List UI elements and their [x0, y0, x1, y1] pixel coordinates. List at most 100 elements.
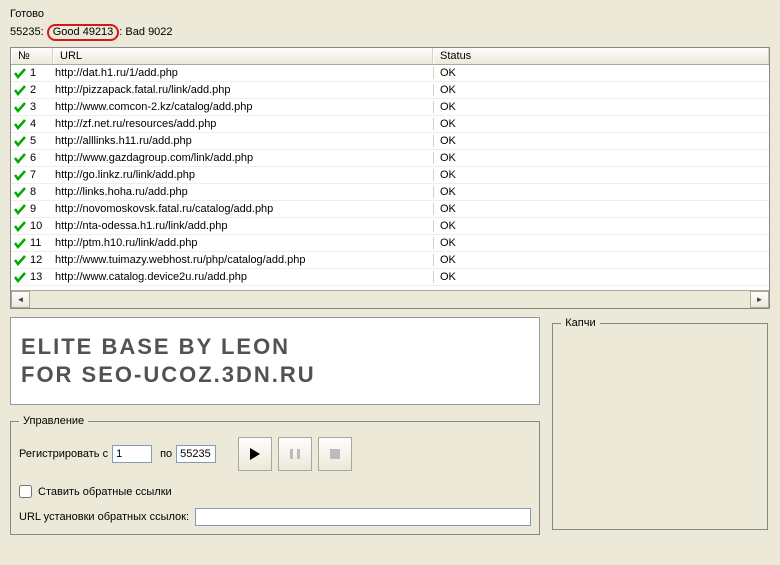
cell-status: OK — [433, 220, 769, 232]
play-icon — [249, 447, 261, 461]
table-row[interactable]: 9http://novomoskovsk.fatal.ru/catalog/ad… — [11, 201, 769, 218]
cell-status: OK — [433, 186, 769, 198]
banner-line1: ELITE BASE BY LEON — [21, 333, 529, 361]
cell-url: http://links.hoha.ru/add.php — [53, 186, 433, 198]
count-good-value: 49213 — [83, 26, 114, 38]
cell-num: 10 — [11, 220, 53, 233]
cell-status: OK — [433, 152, 769, 164]
cell-num: 3 — [11, 101, 53, 114]
checkmark-icon — [13, 67, 26, 80]
horizontal-scrollbar[interactable]: ◄ ► — [11, 290, 769, 308]
stop-icon — [329, 448, 341, 460]
scroll-left-button[interactable]: ◄ — [11, 291, 30, 308]
table-row[interactable]: 3http://www.comcon-2.kz/catalog/add.phpO… — [11, 99, 769, 116]
cell-url: http://pizzapack.fatal.ru/link/add.php — [53, 84, 433, 96]
count-bad-value: 9022 — [148, 26, 172, 38]
cell-status: OK — [433, 84, 769, 96]
col-header-num[interactable]: № — [11, 48, 53, 64]
backlinks-checkbox[interactable] — [19, 485, 32, 498]
table-row[interactable]: 6http://www.gazdagroup.com/link/add.phpO… — [11, 150, 769, 167]
table-row[interactable]: 10http://nta-odessa.h1.ru/link/add.phpOK — [11, 218, 769, 235]
counts: 55235: Good 49213 : Bad 9022 — [0, 20, 780, 47]
cell-num: 8 — [11, 186, 53, 199]
cell-num: 2 — [11, 84, 53, 97]
cell-status: OK — [433, 237, 769, 249]
cell-num: 11 — [11, 237, 53, 250]
captcha-legend: Капчи — [561, 317, 599, 329]
count-total: 55235 — [10, 26, 41, 38]
captcha-panel: Капчи — [552, 317, 768, 530]
backlinks-url-label: URL установки обратных ссылок: — [19, 511, 189, 523]
table-row[interactable]: 1http://dat.h1.ru/1/add.phpOK — [11, 65, 769, 82]
grid-body[interactable]: 1http://dat.h1.ru/1/add.phpOK2http://piz… — [11, 65, 769, 290]
scroll-right-button[interactable]: ► — [750, 291, 769, 308]
cell-num: 1 — [11, 67, 53, 80]
register-to-label: по — [160, 448, 172, 460]
checkmark-icon — [13, 169, 26, 182]
cell-status: OK — [433, 135, 769, 147]
table-row[interactable]: 7http://go.linkz.ru/link/add.phpOK — [11, 167, 769, 184]
stop-button[interactable] — [318, 437, 352, 471]
register-from-input[interactable] — [112, 445, 152, 463]
cell-status: OK — [433, 169, 769, 181]
col-header-status[interactable]: Status — [433, 48, 769, 64]
register-from-label: Регистрировать с — [19, 448, 108, 460]
table-row[interactable]: 2http://pizzapack.fatal.ru/link/add.phpO… — [11, 82, 769, 99]
table-row[interactable]: 13http://www.catalog.device2u.ru/add.php… — [11, 269, 769, 286]
checkmark-icon — [13, 254, 26, 267]
table-row[interactable]: 11http://ptm.h10.ru/link/add.phpOK — [11, 235, 769, 252]
cell-status: OK — [433, 118, 769, 130]
cell-status: OK — [433, 67, 769, 79]
cell-status: OK — [433, 254, 769, 266]
cell-url: http://zf.net.ru/resources/add.php — [53, 118, 433, 130]
count-good-highlight: Good 49213 — [47, 24, 120, 41]
table-row[interactable]: 4http://zf.net.ru/resources/add.phpOK — [11, 116, 769, 133]
cell-status: OK — [433, 203, 769, 215]
banner: ELITE BASE BY LEON FOR SEO-UCOZ.3DN.RU — [10, 317, 540, 405]
management-panel: Управление Регистрировать с по С — [10, 415, 540, 535]
checkmark-icon — [13, 101, 26, 114]
pause-button[interactable] — [278, 437, 312, 471]
cell-url: http://www.catalog.device2u.ru/add.php — [53, 271, 433, 283]
cell-num: 4 — [11, 118, 53, 131]
cell-url: http://alllinks.h11.ru/add.php — [53, 135, 433, 147]
cell-url: http://novomoskovsk.fatal.ru/catalog/add… — [53, 203, 433, 215]
checkmark-icon — [13, 84, 26, 97]
checkmark-icon — [13, 135, 26, 148]
checkmark-icon — [13, 203, 26, 216]
register-to-input[interactable] — [176, 445, 216, 463]
cell-status: OK — [433, 271, 769, 283]
checkmark-icon — [13, 118, 26, 131]
cell-url: http://nta-odessa.h1.ru/link/add.php — [53, 220, 433, 232]
cell-num: 13 — [11, 271, 53, 284]
cell-url: http://www.tuimazy.webhost.ru/php/catalo… — [53, 254, 433, 266]
cell-url: http://ptm.h10.ru/link/add.php — [53, 237, 433, 249]
results-grid[interactable]: № URL Status 1http://dat.h1.ru/1/add.php… — [10, 47, 770, 309]
play-button[interactable] — [238, 437, 272, 471]
backlinks-url-input[interactable] — [195, 508, 531, 526]
checkmark-icon — [13, 271, 26, 284]
checkmark-icon — [13, 237, 26, 250]
table-row[interactable]: 12http://www.tuimazy.webhost.ru/php/cata… — [11, 252, 769, 269]
table-row[interactable]: 8http://links.hoha.ru/add.phpOK — [11, 184, 769, 201]
cell-num: 9 — [11, 203, 53, 216]
banner-line2: FOR SEO-UCOZ.3DN.RU — [21, 361, 529, 389]
cell-url: http://dat.h1.ru/1/add.php — [53, 67, 433, 79]
cell-url: http://www.comcon-2.kz/catalog/add.php — [53, 101, 433, 113]
cell-num: 12 — [11, 254, 53, 267]
cell-num: 7 — [11, 169, 53, 182]
table-row[interactable]: 5http://alllinks.h11.ru/add.phpOK — [11, 133, 769, 150]
checkmark-icon — [13, 186, 26, 199]
cell-url: http://go.linkz.ru/link/add.php — [53, 169, 433, 181]
cell-status: OK — [433, 101, 769, 113]
status-text: Готово — [0, 0, 780, 20]
grid-header: № URL Status — [11, 48, 769, 65]
count-good-label: Good — [53, 26, 80, 38]
cell-num: 6 — [11, 152, 53, 165]
pause-icon — [289, 448, 301, 460]
cell-url: http://www.gazdagroup.com/link/add.php — [53, 152, 433, 164]
count-bad-label: Bad — [125, 26, 145, 38]
checkmark-icon — [13, 220, 26, 233]
cell-num: 5 — [11, 135, 53, 148]
col-header-url[interactable]: URL — [53, 48, 433, 64]
